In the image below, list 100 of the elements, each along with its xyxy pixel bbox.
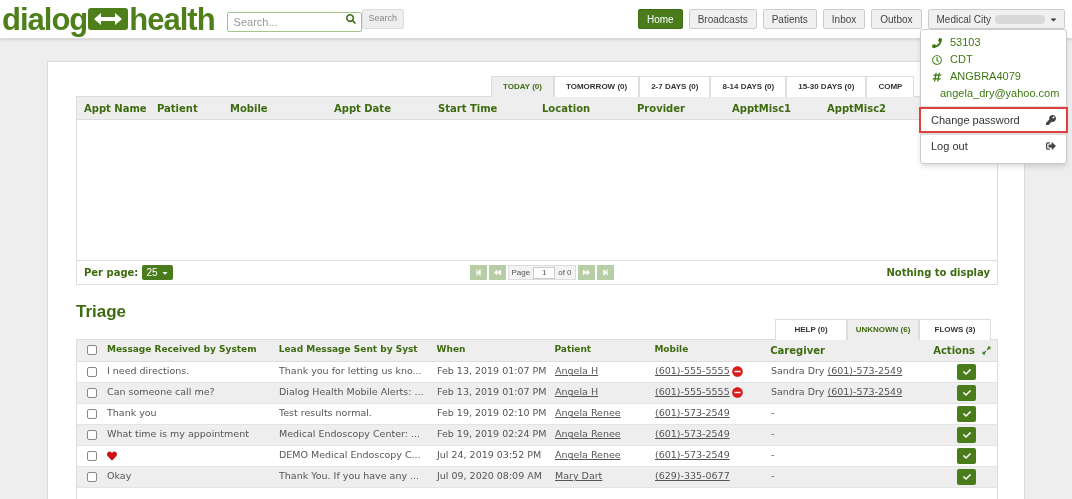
column-header: Provider bbox=[637, 101, 686, 116]
column-header: Location bbox=[542, 101, 592, 116]
patient-link[interactable]: Angela H bbox=[555, 365, 599, 377]
triage-tab[interactable]: FLOWS (3) bbox=[919, 318, 991, 340]
section-title: Triage bbox=[76, 301, 127, 323]
table-cell: I need directions. bbox=[107, 364, 190, 379]
approve-button[interactable] bbox=[957, 405, 976, 422]
column-header: When bbox=[436, 343, 466, 357]
nav-button[interactable]: Outbox bbox=[871, 9, 922, 29]
account-dropdown[interactable]: Medical City bbox=[927, 9, 1065, 29]
logo-text: health bbox=[129, 3, 215, 35]
table-cell: - bbox=[771, 406, 775, 421]
column-header: Mobile bbox=[230, 101, 269, 116]
expand-icon[interactable] bbox=[981, 345, 991, 355]
column-header: Actions bbox=[932, 343, 976, 358]
day-tab[interactable]: COMP bbox=[866, 76, 915, 97]
logo-text: dialog bbox=[2, 3, 88, 35]
patient-link[interactable]: Angela Renee bbox=[555, 449, 621, 461]
phone-link[interactable]: (601)-573-2549 bbox=[827, 364, 903, 379]
column-header: Appt Name bbox=[84, 101, 148, 116]
approve-button[interactable] bbox=[957, 447, 976, 464]
patient-link[interactable]: Angela H bbox=[555, 386, 599, 398]
row-checkbox[interactable] bbox=[87, 471, 97, 482]
row-checkbox[interactable] bbox=[87, 366, 97, 377]
row-checkbox[interactable] bbox=[87, 429, 97, 440]
approve-button[interactable] bbox=[957, 384, 976, 401]
table-cell: Jul 24, 2019 03:52 PM bbox=[437, 449, 542, 461]
account-info: 53103 bbox=[950, 35, 981, 51]
table-cell: Feb 19, 2019 02:10 PM bbox=[437, 407, 547, 419]
day-tab[interactable]: 8-14 DAYS (0) bbox=[710, 76, 787, 97]
patient-link[interactable]: Mary Dart bbox=[555, 470, 603, 482]
previous-page-icon bbox=[493, 269, 501, 276]
nav-button[interactable]: Home bbox=[637, 9, 683, 29]
patient-link[interactable]: Angela Renee bbox=[555, 407, 621, 419]
check-icon bbox=[962, 430, 971, 439]
next-page-icon bbox=[582, 269, 590, 276]
account-info: angela_dry@yahoo.com bbox=[940, 86, 1060, 102]
row-checkbox[interactable] bbox=[87, 408, 97, 419]
approve-button[interactable] bbox=[957, 426, 976, 443]
table-cell: Feb 13, 2019 01:07 PM bbox=[437, 365, 547, 377]
column-header: Patient bbox=[157, 101, 199, 116]
day-tab[interactable]: TOMORROW (0) bbox=[554, 76, 640, 97]
table-cell: Thank you for letting us kno... bbox=[279, 365, 422, 377]
nav-button[interactable]: Inbox bbox=[822, 9, 866, 29]
phone-link[interactable]: (601)-573-2549 bbox=[655, 448, 730, 463]
first-page-icon bbox=[474, 269, 482, 276]
page-label: Page bbox=[511, 266, 531, 279]
table-cell: Sandra Dry bbox=[771, 364, 825, 379]
column-header: Lead Message Sent by Syst bbox=[278, 343, 418, 357]
account-info: ANGBRA4079 bbox=[950, 69, 1021, 85]
table-cell: Feb 13, 2019 01:07 PM bbox=[437, 386, 547, 398]
nav-button[interactable]: Broadcasts bbox=[688, 9, 757, 29]
arrows-logo-icon bbox=[88, 8, 129, 30]
approve-button[interactable] bbox=[957, 363, 976, 380]
per-page-label: Per page: bbox=[84, 266, 139, 280]
table-cell: Medical Endoscopy Center: ... bbox=[279, 428, 421, 440]
table-cell: Can someone call me? bbox=[107, 385, 215, 400]
clock-icon bbox=[932, 54, 942, 65]
day-tab[interactable]: TODAY (0) bbox=[491, 76, 554, 97]
blurred-text bbox=[995, 14, 1045, 24]
nav-button[interactable]: Patients bbox=[762, 9, 817, 29]
search-icon bbox=[345, 14, 356, 24]
heart-icon bbox=[107, 450, 117, 461]
phone-link[interactable]: (601)-573-2549 bbox=[655, 406, 730, 421]
phone-link[interactable]: (601)-555-5555 bbox=[655, 364, 730, 379]
phone-link[interactable]: (601)-573-2549 bbox=[827, 385, 903, 400]
account-info: CDT bbox=[950, 52, 973, 68]
table-cell: Thank You. If you have any ... bbox=[279, 470, 420, 482]
phone-link[interactable]: (601)-573-2549 bbox=[655, 427, 730, 442]
column-header: Start Time bbox=[438, 101, 499, 116]
approve-button[interactable] bbox=[957, 468, 976, 485]
phone-link[interactable]: (601)-555-5555 bbox=[655, 385, 730, 400]
phone-link[interactable]: (629)-335-0677 bbox=[655, 469, 730, 484]
triage-tab[interactable]: HELP (0) bbox=[775, 318, 847, 340]
table-cell: Feb 19, 2019 02:24 PM bbox=[437, 428, 547, 440]
triage-tab[interactable]: UNKNOWN (6) bbox=[847, 318, 919, 340]
patient-link[interactable]: Angela Renee bbox=[555, 428, 621, 440]
check-icon bbox=[962, 451, 971, 460]
search-field[interactable]: Search... bbox=[226, 12, 362, 32]
menu-item[interactable]: Change password bbox=[919, 107, 1068, 133]
hash-icon bbox=[932, 71, 942, 82]
check-icon bbox=[962, 367, 971, 376]
page-field[interactable]: 1 bbox=[533, 266, 556, 279]
table-cell: Sandra Dry bbox=[771, 385, 825, 400]
select-all-checkbox[interactable] bbox=[87, 345, 97, 355]
check-icon bbox=[962, 388, 971, 397]
day-tab[interactable]: 15-30 DAYS (0) bbox=[786, 76, 867, 97]
row-checkbox[interactable] bbox=[87, 450, 97, 461]
column-header: ApptMisc1 bbox=[732, 101, 793, 116]
day-tab[interactable]: 2-7 DAYS (0) bbox=[639, 76, 711, 97]
table-cell: What time is my appointment bbox=[107, 427, 249, 442]
column-header: Message Received by System bbox=[106, 343, 257, 357]
check-icon bbox=[962, 409, 971, 418]
row-checkbox[interactable] bbox=[87, 387, 97, 398]
last-page-icon bbox=[601, 269, 609, 276]
table-cell: - bbox=[771, 427, 775, 442]
menu-item[interactable]: Log out bbox=[919, 133, 1068, 159]
table-cell: Okay bbox=[107, 469, 132, 484]
per-page-select[interactable]: 25 bbox=[142, 265, 173, 280]
column-header: Caregiver bbox=[770, 343, 826, 358]
